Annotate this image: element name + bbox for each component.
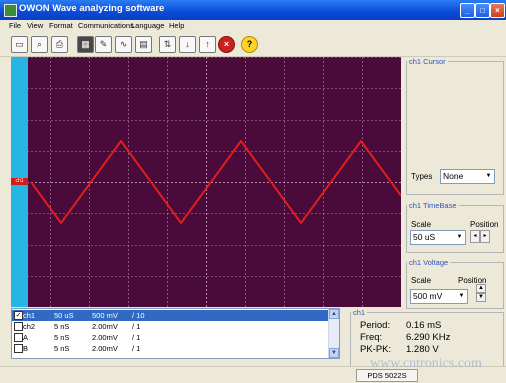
menu-communications[interactable]: Communications <box>78 21 134 30</box>
title-bar: OWON Wave analyzing software _ □ × <box>0 0 506 20</box>
channel-volt: 2.00mV <box>92 322 118 331</box>
channel-time: 5 nS <box>54 322 70 331</box>
minimize-button[interactable]: _ <box>460 3 475 18</box>
pkpk-value: 1.280 V <box>406 344 439 355</box>
channel-time: 5 nS <box>54 333 70 342</box>
help-icon[interactable]: ? <box>241 36 258 53</box>
print-icon[interactable]: ⎙ <box>51 36 68 53</box>
types-label: Types <box>411 172 433 181</box>
channel-row-b[interactable]: B 5 nS 2.00mV / 1 <box>12 343 328 354</box>
freq-value: 6.290 KHz <box>406 332 451 343</box>
grid-chart-icon[interactable]: ▤ <box>135 36 152 53</box>
chevron-down-icon: ▼ <box>483 170 494 183</box>
print-preview-icon[interactable]: ⌕ <box>31 36 48 53</box>
channel-name: A <box>23 333 29 342</box>
channel-checkbox[interactable] <box>14 322 23 331</box>
timebase-panel-title: ch1 TimeBase <box>409 201 457 210</box>
channel-checkbox[interactable]: ✓ <box>14 311 23 320</box>
channel-list: ✓ ch1 50 uS 500 mV / 10 ch2 5 nS 2.00mV / 1 A 5 nS… <box>11 308 340 359</box>
stop-icon[interactable]: × <box>218 36 235 53</box>
channel-probe: / 1 <box>132 333 141 342</box>
channel-row-a[interactable]: A 5 nS 2.00mV / 1 <box>12 332 328 343</box>
channel-name: B <box>23 344 29 353</box>
menu-help[interactable]: Help <box>169 21 184 30</box>
channel-checkbox[interactable] <box>14 344 23 353</box>
channel-name: ch1 <box>23 311 36 320</box>
channel-probe: / 1 <box>132 322 141 331</box>
timebase-scale-select[interactable]: 50 uS ▼ <box>410 230 466 245</box>
scroll-down-arrow[interactable]: ▼ <box>329 348 339 358</box>
timebase-right-arrow[interactable]: ▸ <box>480 230 490 243</box>
channel-time: 50 uS <box>54 311 74 320</box>
channel-level-marker[interactable]: ch1 <box>11 178 28 185</box>
menu-bar: File View Format Communications Language… <box>0 20 506 32</box>
timebase-scale-label: Scale <box>411 220 432 229</box>
channel-probe: / 10 <box>132 311 145 320</box>
chevron-down-icon: ▼ <box>454 231 465 244</box>
channel-name: ch2 <box>23 322 36 331</box>
app-window: OWON Wave analyzing software _ □ × File … <box>0 0 506 383</box>
channel-row-ch2[interactable]: ch2 5 nS 2.00mV / 1 <box>12 321 328 332</box>
cursor-types-value: None <box>443 171 464 181</box>
pkpk-label: PK-PK: <box>360 344 392 355</box>
edit-view-icon[interactable]: ✎ <box>95 36 112 53</box>
right-panel: ch1 Cursor Types None ▼ ch1 TimeBase Sca… <box>404 57 504 309</box>
period-label: Period: <box>360 320 391 331</box>
maximize-button[interactable]: □ <box>475 3 490 18</box>
chevron-down-icon: ▼ <box>456 290 467 303</box>
cursor-panel-title: ch1 Cursor <box>409 57 446 66</box>
toolbar: ▭ ⌕ ⎙ ▦ ✎ ∿ ▤ ⇅ ↓ ↑ × ? <box>0 32 506 57</box>
cursor-types-select[interactable]: None ▼ <box>440 169 495 184</box>
timebase-scale-value: 50 uS <box>413 232 436 242</box>
channel-row-ch1[interactable]: ✓ ch1 50 uS 500 mV / 10 <box>12 310 328 321</box>
waveform-chart-icon[interactable]: ∿ <box>115 36 132 53</box>
download-icon[interactable]: ↓ <box>179 36 196 53</box>
channel-probe: / 1 <box>132 344 141 353</box>
upload-icon[interactable]: ↑ <box>199 36 216 53</box>
menu-language[interactable]: Language <box>131 21 164 30</box>
menu-file[interactable]: File <box>9 21 21 30</box>
channel-checkbox[interactable] <box>14 333 23 342</box>
voltage-panel-title: ch1 Voltage <box>409 258 449 267</box>
close-window-button[interactable]: × <box>490 3 505 18</box>
connect-usb-icon[interactable]: ⇅ <box>159 36 176 53</box>
period-value: 0.16 mS <box>406 320 442 331</box>
voltage-scale-value: 500 mV <box>413 291 443 301</box>
watermark-text: www.cntronics.com <box>370 356 482 371</box>
scroll-up-arrow[interactable]: ▲ <box>329 309 339 319</box>
timebase-left-arrow[interactable]: ◂ <box>470 230 480 243</box>
channel-list-scrollbar[interactable]: ▲ ▼ <box>328 309 339 358</box>
channel-volt: 2.00mV <box>92 333 118 342</box>
waveform-display[interactable] <box>11 57 401 307</box>
menu-view[interactable]: View <box>27 21 43 30</box>
channel-time: 5 nS <box>54 344 70 353</box>
measurement-title: ch1 <box>353 308 366 317</box>
voltage-scale-select[interactable]: 500 mV ▼ <box>410 289 468 304</box>
voltage-up-arrow[interactable]: ▲ <box>476 284 486 293</box>
table-view-icon[interactable]: ▦ <box>77 36 94 53</box>
timebase-position-label: Position <box>470 220 499 229</box>
open-folder-icon[interactable]: ▭ <box>11 36 28 53</box>
voltage-down-arrow[interactable]: ▼ <box>476 293 486 302</box>
voltage-scale-label: Scale <box>411 276 432 285</box>
app-icon <box>4 4 17 17</box>
channel-volt: 500 mV <box>92 311 118 320</box>
channel-volt: 2.00mV <box>92 344 118 353</box>
menu-format[interactable]: Format <box>49 21 73 30</box>
window-title: OWON Wave analyzing software <box>19 3 165 14</box>
freq-label: Freq: <box>360 332 383 343</box>
